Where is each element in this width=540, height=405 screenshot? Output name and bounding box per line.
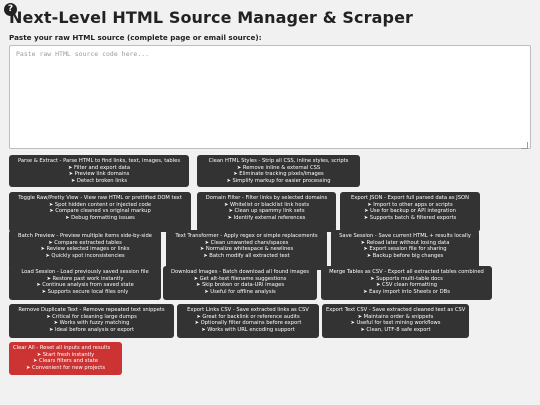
parse-extract-label: Parse & Extract - Parse HTML to find lin… xyxy=(17,158,181,164)
clear-all-label: Clear All - Reset all inputs and results xyxy=(13,345,111,351)
clean-html-styles-label: Clean HTML Styles - Strip all CSS, inlin… xyxy=(208,158,349,164)
domain-filter-bullet: ➤ Identify external references xyxy=(227,214,306,221)
clear-all-bullet: ➤ Convenient for new projects xyxy=(25,364,106,371)
save-session-bullet: ➤ Backup before big changes xyxy=(366,252,444,259)
batch-preview-button[interactable]: Batch Preview - Preview multiple items s… xyxy=(9,230,161,270)
domain-filter-label: Domain Filter - Filter links by selected… xyxy=(205,195,328,201)
export-text-csv-button[interactable]: Export Text CSV - Save extracted cleaned… xyxy=(322,304,469,338)
remove-duplicate-text-label: Remove Duplicate Text - Remove repeated … xyxy=(18,307,165,313)
download-images-bullet: ➤ Useful for offline analysis xyxy=(204,288,276,295)
merge-tables-csv-label: Merge Tables as CSV - Export all extract… xyxy=(329,269,484,275)
save-session-button[interactable]: Save Session - Save current HTML + resul… xyxy=(331,230,479,270)
toggle-raw-pretty-label: Toggle Raw/Pretty View - View raw HTML o… xyxy=(18,195,182,201)
resize-grip-icon[interactable] xyxy=(521,142,528,149)
text-transformer-bullet: ➤ Batch modify all extracted text xyxy=(203,252,290,259)
help-icon[interactable]: ? xyxy=(4,3,17,16)
export-links-csv-label: Export Links CSV - Save extracted links … xyxy=(187,307,309,313)
parse-extract-bullet: ➤ Detect broken links xyxy=(70,177,128,184)
remove-duplicate-text-bullet: ➤ Ideal before analysis or export xyxy=(48,326,135,333)
batch-preview-label: Batch Preview - Preview multiple items s… xyxy=(18,233,152,239)
batch-preview-bullet: ➤ Quickly spot inconsistencies xyxy=(45,252,125,259)
domain-filter-button[interactable]: Domain Filter - Filter links by selected… xyxy=(197,192,336,232)
export-text-csv-bullet: ➤ Clean, UTF-8 safe export xyxy=(360,326,431,333)
save-session-label: Save Session - Save current HTML + resul… xyxy=(339,233,471,239)
clear-all-button[interactable]: Clear All - Reset all inputs and results… xyxy=(9,342,122,375)
load-session-bullet: ➤ Supports secure local files only xyxy=(41,288,129,295)
export-links-csv-bullet: ➤ Works with URL encoding support xyxy=(201,326,295,333)
text-transformer-label: Text Transformer - Apply regex or simple… xyxy=(175,233,318,239)
page-title: Next-Level HTML Source Manager & Scraper xyxy=(9,8,414,27)
parse-extract-button[interactable]: Parse & Extract - Parse HTML to find lin… xyxy=(9,155,189,187)
download-images-button[interactable]: Download Images - Batch download all fou… xyxy=(163,266,317,300)
export-json-button[interactable]: Export JSON - Export full parsed data as… xyxy=(340,192,480,232)
load-session-button[interactable]: Load Session - Load previously saved ses… xyxy=(9,266,161,300)
toggle-raw-pretty-bullet: ➤ Debug formatting issues xyxy=(65,214,135,221)
export-text-csv-label: Export Text CSV - Save extracted cleaned… xyxy=(326,307,466,313)
load-session-label: Load Session - Load previously saved ses… xyxy=(21,269,149,275)
export-links-csv-button[interactable]: Export Links CSV - Save extracted links … xyxy=(177,304,319,338)
merge-tables-csv-bullet: ➤ Easy import into Sheets or DBs xyxy=(363,288,450,295)
clean-html-styles-button[interactable]: Clean HTML Styles - Strip all CSS, inlin… xyxy=(197,155,360,187)
app-page: ? Next-Level HTML Source Manager & Scrap… xyxy=(0,0,540,405)
clean-html-styles-bullet: ➤ Simplify markup for easier processing xyxy=(226,177,331,184)
export-links-csv-bullet: ➤ Optionally filter domains before expor… xyxy=(194,320,302,326)
toggle-raw-pretty-button[interactable]: Toggle Raw/Pretty View - View raw HTML o… xyxy=(9,192,191,232)
merge-tables-csv-button[interactable]: Merge Tables as CSV - Export all extract… xyxy=(321,266,492,300)
download-images-label: Download Images - Batch download all fou… xyxy=(171,269,309,275)
export-json-bullet: ➤ Supports batch & filtered exports xyxy=(363,214,457,221)
remove-duplicate-text-button[interactable]: Remove Duplicate Text - Remove repeated … xyxy=(9,304,174,338)
text-transformer-button[interactable]: Text Transformer - Apply regex or simple… xyxy=(166,230,327,270)
export-json-label: Export JSON - Export full parsed data as… xyxy=(351,195,469,201)
html-source-input[interactable] xyxy=(9,45,531,149)
html-input-label: Paste your raw HTML source (complete pag… xyxy=(9,33,262,42)
